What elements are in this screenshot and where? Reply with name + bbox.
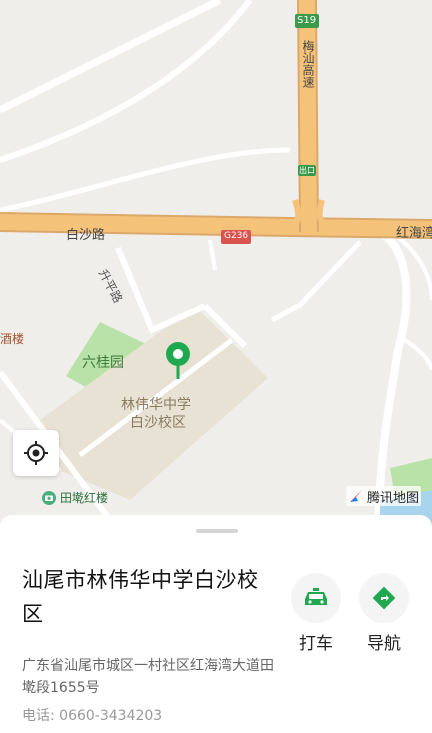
place-phone[interactable]: 电话: 0660-3434203: [22, 705, 162, 725]
taxi-label: 打车: [299, 634, 333, 654]
taxi-button[interactable]: 打车: [289, 573, 343, 654]
highway-g236: [0, 214, 432, 237]
highway-s19: [299, 0, 317, 233]
exit-label: 出口: [299, 166, 315, 175]
school-label-line1: 林伟华中学: [121, 397, 191, 413]
sheet-drag-handle[interactable]: [196, 529, 238, 533]
brand-logo-icon: [350, 490, 362, 502]
navigate-label: 导航: [367, 634, 401, 654]
highway-shield-label: S19: [297, 15, 317, 26]
navigation-icon: [372, 586, 396, 610]
taxi-icon: [305, 588, 327, 605]
highway-name-label: 梅汕高速: [301, 40, 315, 88]
road-shield-label: G236: [224, 231, 249, 241]
road-east-label: 红海湾: [396, 226, 432, 241]
map-brand: 腾讯地图: [346, 486, 422, 506]
camera-icon: [42, 490, 56, 505]
place-address: 广东省汕尾市城区一村社区红海湾大道田墘段1655号: [22, 658, 274, 696]
place-sheet: 汕尾市林伟华中学白沙校区 打车 导航 广东省汕尾市城区一村社区红海湾大道田墘段1…: [0, 515, 432, 733]
brand-label: 腾讯地图: [367, 490, 420, 506]
place-title: 汕尾市林伟华中学白沙校区: [22, 568, 259, 626]
road-main-label: 白沙路: [66, 228, 106, 243]
my-location-button[interactable]: [13, 430, 59, 476]
crosshair-icon: [24, 441, 48, 465]
poi-bottom[interactable]: 田墘红楼: [42, 489, 108, 506]
poi-left-label: 酒楼: [0, 332, 25, 346]
map-graphics: [0, 0, 432, 531]
navigate-button[interactable]: 导航: [357, 573, 411, 654]
poi-bottom-label: 田墘红楼: [60, 491, 109, 505]
map-canvas[interactable]: S19 梅汕高速 出口 白沙路 G236 红海湾 升平路 六桂园 酒楼 林伟华中…: [0, 0, 432, 531]
park-label: 六桂园: [82, 355, 124, 371]
school-label-line2: 白沙校区: [130, 415, 186, 431]
